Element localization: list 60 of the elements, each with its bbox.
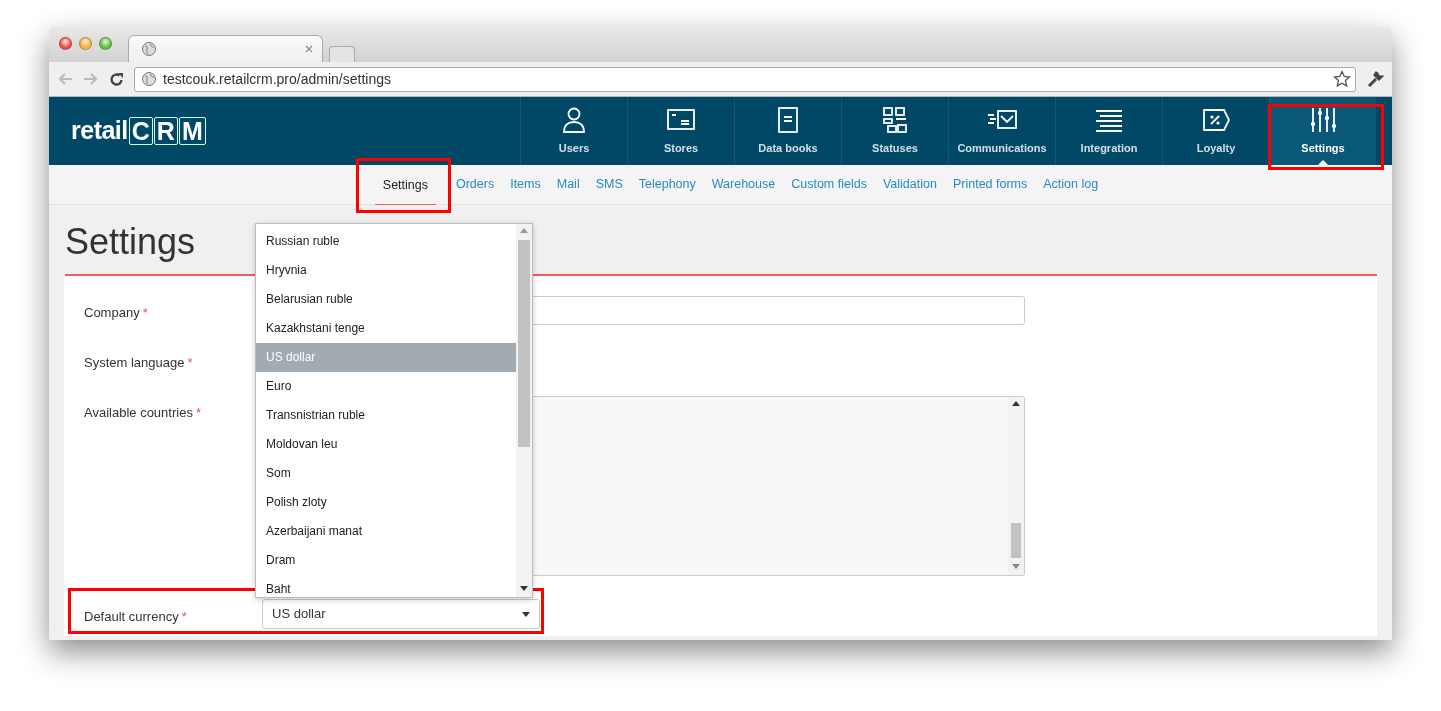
label-text: System language — [84, 355, 185, 370]
dropdown-option[interactable]: Euro — [256, 372, 516, 401]
dropdown-option[interactable]: Transnistrian ruble — [256, 401, 516, 430]
currency-select[interactable]: US dollar — [262, 599, 540, 629]
scrollbar[interactable] — [516, 224, 532, 597]
globe-icon — [141, 41, 157, 57]
label-text: Available countries — [84, 405, 193, 420]
close-icon[interactable] — [304, 44, 314, 54]
subnav-link[interactable]: Settings — [374, 170, 436, 205]
browser-tab[interactable] — [128, 35, 323, 62]
dropdown-option[interactable]: Moldovan leu — [256, 430, 516, 459]
subnav-link[interactable]: Orders — [447, 169, 503, 200]
label-text: Default currency — [84, 609, 179, 624]
logo-letter: C — [128, 117, 153, 145]
subnav-link[interactable]: Mail — [548, 169, 588, 200]
subnav-link[interactable]: Printed forms — [944, 169, 1036, 200]
sliders-icon — [1308, 105, 1338, 134]
scrollbar[interactable] — [1008, 397, 1024, 575]
url-text: testcouk.retailcrm.pro/admin/settings — [163, 69, 391, 89]
minimize-window-button[interactable] — [79, 37, 92, 50]
dropdown-option[interactable]: Som — [256, 459, 516, 488]
dropdown-option[interactable]: Kazakhstani tenge — [256, 314, 516, 343]
scrollbar-thumb[interactable] — [518, 240, 530, 447]
select-value: US dollar — [272, 605, 326, 624]
new-tab-button[interactable] — [329, 46, 355, 62]
subnav-link[interactable]: Warehouse — [703, 169, 784, 200]
subnav-link[interactable]: Action log — [1035, 169, 1107, 200]
dropdown-option[interactable]: Belarusian ruble — [256, 285, 516, 314]
subnav-link[interactable]: Telephony — [630, 169, 704, 200]
required-mark: * — [181, 609, 187, 624]
required-mark: * — [195, 405, 201, 420]
caret-icon — [522, 611, 530, 617]
close-window-button[interactable] — [59, 37, 72, 50]
dropdown-option[interactable]: Russian ruble — [256, 227, 516, 256]
logo-text: retail — [71, 115, 128, 147]
label-text: Company — [84, 305, 140, 320]
scrollbar-thumb[interactable] — [1011, 523, 1021, 558]
wrench-icon[interactable] — [1366, 70, 1384, 88]
logo-letter: R — [153, 117, 178, 145]
required-mark: * — [187, 355, 193, 370]
grid-icon — [880, 105, 910, 134]
globe-icon — [141, 71, 157, 87]
dropdown-option[interactable]: Polish zloty — [256, 488, 516, 517]
subnav-link[interactable]: SMS — [587, 169, 631, 200]
address-bar[interactable]: testcouk.retailcrm.pro/admin/settings — [134, 66, 1356, 92]
reload-icon[interactable] — [109, 71, 124, 87]
star-icon[interactable] — [1333, 70, 1351, 88]
logo-letter: M — [178, 117, 206, 145]
logo[interactable]: retail C R M — [49, 97, 520, 165]
nav-tab[interactable]: Settings — [1269, 97, 1376, 165]
dropdown-option[interactable]: Baht — [256, 575, 516, 597]
back-icon[interactable] — [57, 72, 73, 86]
subnav-link[interactable]: Custom fields — [783, 169, 875, 200]
zoom-window-button[interactable] — [99, 37, 112, 50]
subnav-link[interactable]: Validation — [874, 169, 945, 200]
subnav-link[interactable]: Items — [502, 169, 549, 200]
forward-icon[interactable] — [83, 72, 99, 86]
required-mark: * — [142, 305, 148, 320]
dropdown-option[interactable]: Azerbaijani manat — [256, 517, 516, 546]
dropdown-option[interactable]: Dram — [256, 546, 516, 575]
